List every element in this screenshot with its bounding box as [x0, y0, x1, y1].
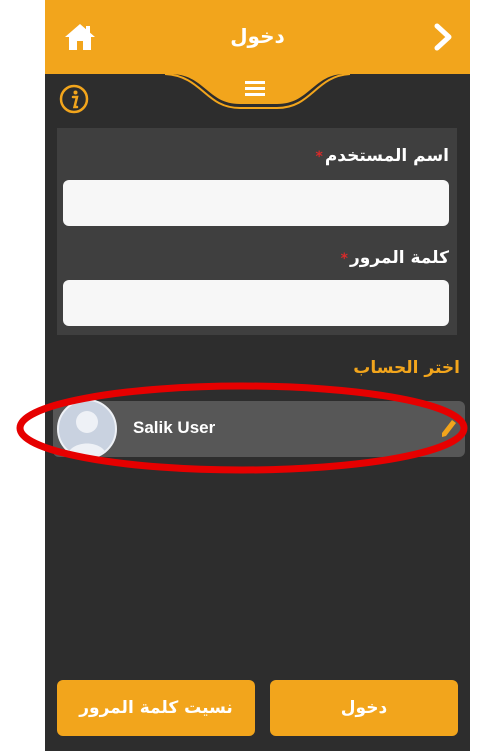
user-avatar-icon — [67, 411, 107, 457]
username-input[interactable] — [63, 180, 449, 226]
username-label: اسم المستخدم* — [316, 146, 450, 166]
chevron-right-icon — [434, 23, 452, 51]
back-button[interactable] — [428, 20, 458, 54]
account-name: Salik User — [133, 418, 216, 437]
edit-account-button[interactable] — [437, 417, 459, 441]
login-button[interactable]: دخول — [270, 680, 458, 736]
app-screen: دخول اسم المستخدم* كلمة المرور* اختر الح… — [45, 0, 470, 751]
password-label: كلمة المرور* — [341, 248, 449, 268]
account-list-item[interactable]: Salik User — [53, 399, 465, 459]
page-title: دخول — [230, 24, 285, 48]
required-marker: * — [340, 251, 348, 267]
password-input[interactable] — [63, 280, 449, 326]
required-marker: * — [315, 149, 323, 165]
avatar — [57, 399, 117, 459]
hamburger-menu-icon — [245, 81, 265, 96]
password-label-text: كلمة المرور — [350, 248, 449, 268]
info-icon — [59, 84, 89, 114]
username-label-text: اسم المستخدم — [324, 146, 449, 166]
pencil-icon — [442, 420, 456, 437]
login-form: اسم المستخدم* كلمة المرور* — [57, 128, 457, 335]
forgot-password-button[interactable]: نسيت كلمة المرور — [57, 680, 255, 736]
choose-account-title: اختر الحساب — [353, 358, 460, 378]
menu-button[interactable] — [231, 78, 279, 100]
info-button[interactable] — [59, 84, 89, 114]
